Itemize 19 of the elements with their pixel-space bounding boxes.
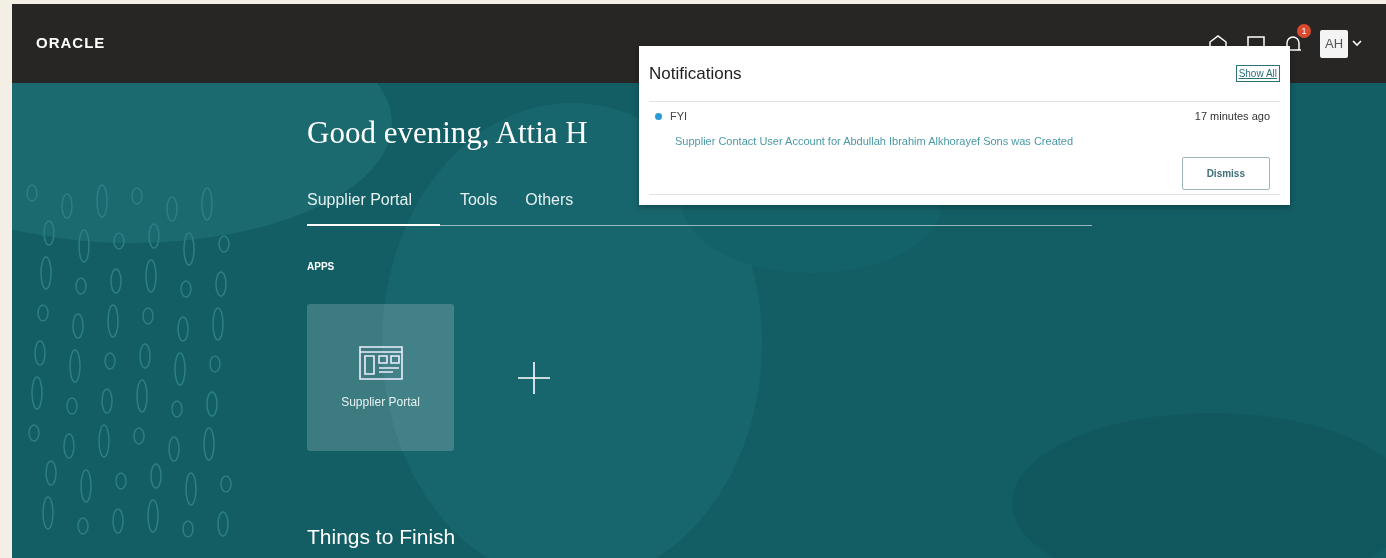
notification-message[interactable]: Supplier Contact User Account for Abdullah Ibrahim Alkhorayef Sons was Created	[655, 132, 1270, 149]
user-avatar[interactable]: AH	[1320, 29, 1348, 58]
dismiss-button[interactable]: Dismiss	[1181, 157, 1270, 190]
tab[interactable]: Others	[525, 188, 574, 227]
add-app-button[interactable]	[516, 359, 552, 396]
tab[interactable]: Tools	[459, 188, 498, 227]
show-all-link[interactable]: Show All	[1235, 65, 1280, 82]
notification-time: 17 minutes ago	[1194, 109, 1270, 124]
tab[interactable]: Supplier Portal	[307, 188, 440, 227]
notification-badge: 1	[1297, 23, 1311, 38]
notification-type: FYI	[670, 109, 688, 124]
greeting-heading: Good evening, Attia H	[307, 114, 588, 152]
panel-title: Notifications	[649, 62, 742, 85]
section-heading: APPS	[307, 260, 336, 275]
section-heading: Things to Finish	[307, 524, 457, 551]
logo: ORACLE	[36, 33, 106, 54]
app-tile[interactable]: Supplier Portal	[307, 304, 454, 452]
chevron-down-icon[interactable]	[1352, 40, 1362, 47]
portal-icon	[357, 344, 404, 381]
